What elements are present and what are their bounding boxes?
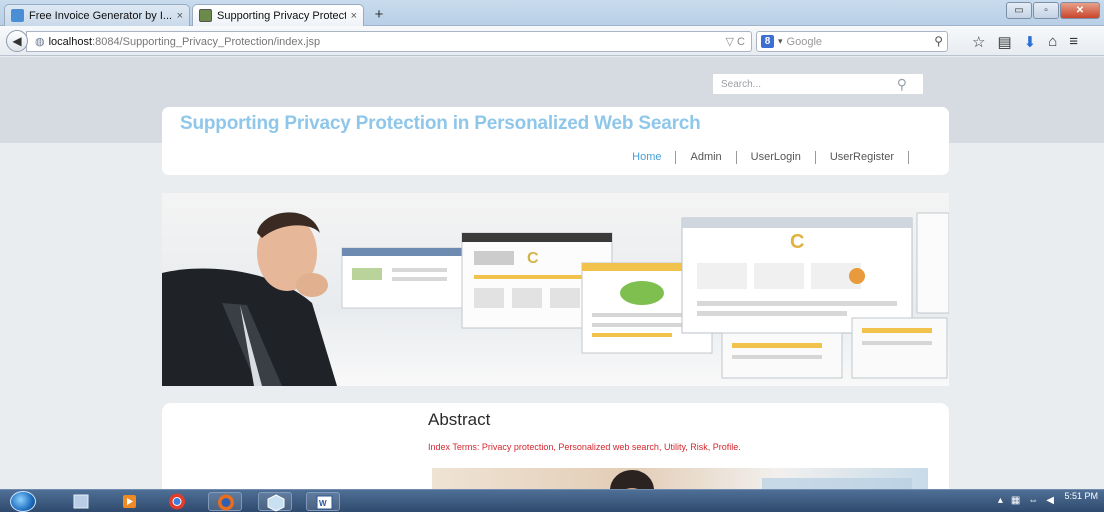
taskbar-app-icon[interactable]	[208, 492, 242, 511]
abstract-heading: Abstract	[428, 410, 491, 429]
network-icon[interactable]: ▦	[1011, 495, 1020, 506]
url-path: :8084/Supporting_Privacy_Protection/inde…	[92, 35, 321, 48]
site-search-input[interactable]: Search... ⚲	[712, 73, 924, 95]
businessman-figure	[162, 212, 337, 386]
home-icon[interactable]: ⌂	[1048, 33, 1057, 51]
site-header: Supporting Privacy Protection in Persona…	[162, 107, 949, 175]
browser-search-box[interactable]: 8 ▾ Google ⚲	[756, 31, 948, 52]
nav-userregister[interactable]: UserRegister	[816, 151, 909, 164]
banner-illustration: C C	[162, 212, 949, 386]
browser-tab-bar: Free Invoice Generator by I... × Support…	[0, 0, 1104, 26]
firefox-icon	[218, 494, 234, 511]
url-host: localhost	[48, 35, 93, 48]
taskbar-app-icon[interactable]	[112, 492, 146, 511]
browser-nav-bar: ◍ localhost :8084/Supporting_Privacy_Pro…	[0, 26, 1104, 56]
nav-home[interactable]: Home	[618, 151, 677, 164]
search-icon[interactable]: ⚲	[934, 34, 943, 48]
abstract-image	[432, 468, 928, 489]
taskbar: W ▴ ▦ ⇔ ◀ 5:51 PM	[0, 489, 1104, 512]
taskbar-app-icon[interactable]	[64, 492, 98, 511]
window-controls: ▭ ▫ ✕	[1006, 2, 1100, 19]
menu-icon[interactable]: ≡	[1069, 33, 1078, 51]
banner-image: C C	[162, 193, 949, 386]
nav-userlogin[interactable]: UserLogin	[737, 151, 816, 164]
clock-time: 5:51 PM	[1064, 491, 1098, 501]
close-window-button[interactable]: ✕	[1060, 2, 1100, 19]
media-player-icon	[123, 495, 136, 508]
volume-icon[interactable]: ◀	[1046, 495, 1054, 506]
explorer-icon	[73, 494, 89, 509]
netbeans-icon	[267, 494, 285, 512]
index-terms: Index Terms: Privacy protection, Persona…	[428, 442, 741, 452]
web-page-panels: C C	[341, 212, 949, 379]
taskbar-app-icon[interactable]	[258, 492, 292, 512]
taskbar-app-icon[interactable]: W	[306, 492, 340, 511]
taskbar-app-icon[interactable]	[160, 492, 194, 511]
bookmark-star-icon[interactable]: ☆	[972, 33, 985, 51]
connection-icon[interactable]: ⇔	[1028, 495, 1038, 506]
start-button[interactable]	[10, 491, 36, 512]
tab-label: Free Invoice Generator by I...	[29, 9, 172, 22]
new-tab-button[interactable]: +	[368, 6, 390, 24]
chrome-icon	[169, 493, 185, 510]
site-search-placeholder: Search...	[721, 79, 762, 90]
banner-brand-text: C	[790, 231, 804, 253]
nav-admin[interactable]: Admin	[676, 151, 737, 164]
close-tab-icon[interactable]: ×	[177, 10, 183, 22]
browser-search-placeholder: Google	[786, 35, 823, 48]
tray-arrow-icon[interactable]: ▴	[998, 495, 1003, 506]
main-nav: Home Admin UserLogin UserRegister	[618, 151, 909, 164]
globe-icon: ◍	[35, 36, 45, 48]
bookmarks-menu-icon[interactable]: ▤	[997, 33, 1011, 51]
image-icon	[199, 9, 212, 22]
tab-label: Supporting Privacy Protect...	[217, 9, 346, 22]
browser-toolbar-icons: ☆ ▤ ⬇ ⌂ ≡	[972, 33, 1078, 51]
back-button[interactable]: ◀	[6, 30, 28, 52]
page-icon	[11, 9, 24, 22]
svg-text:W: W	[319, 499, 327, 508]
reload-icon[interactable]: ▽ C	[726, 35, 745, 48]
site-title: Supporting Privacy Protection in Persona…	[180, 113, 701, 134]
abstract-photo	[610, 470, 912, 489]
maximize-button[interactable]: ▫	[1033, 2, 1059, 19]
search-engine-icon[interactable]: 8	[761, 35, 774, 48]
system-tray: ▴ ▦ ⇔ ◀	[998, 495, 1054, 506]
page-viewport: Search... ⚲ Supporting Privacy Protectio…	[0, 57, 1104, 489]
clock[interactable]: 5:51 PM	[1064, 491, 1098, 501]
tab-privacy-protection[interactable]: Supporting Privacy Protect... ×	[192, 4, 364, 26]
abstract-section: Abstract Index Terms: Privacy protection…	[162, 403, 949, 489]
download-icon[interactable]: ⬇	[1024, 33, 1037, 51]
url-bar[interactable]: ◍ localhost :8084/Supporting_Privacy_Pro…	[26, 31, 752, 52]
tab-invoice-generator[interactable]: Free Invoice Generator by I... ×	[4, 4, 190, 26]
minimize-button[interactable]: ▭	[1006, 2, 1032, 19]
close-tab-icon[interactable]: ×	[351, 10, 357, 22]
word-icon: W	[316, 495, 333, 510]
search-icon[interactable]: ⚲	[897, 74, 907, 95]
banner-brand-text: C	[527, 250, 539, 267]
engine-dropdown-icon[interactable]: ▾	[778, 36, 783, 47]
